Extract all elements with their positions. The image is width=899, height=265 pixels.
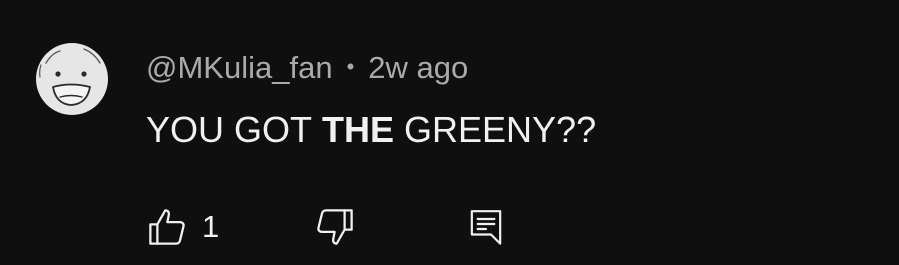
dislike-button[interactable] — [314, 205, 356, 249]
comment-text-part: YOU GOT — [146, 109, 313, 150]
comment-timestamp[interactable]: 2w ago — [368, 50, 468, 86]
like-count: 1 — [202, 209, 220, 244]
comment-text: YOU GOT THE GREENY?? — [146, 107, 596, 153]
thumbs-down-icon — [314, 206, 356, 248]
comment-thread: @MKulia_fan • 2w ago YOU GOT THE GREENY?… — [0, 0, 899, 265]
reply-comment-icon — [466, 206, 506, 248]
like-button[interactable]: 1 — [146, 205, 219, 249]
comment-text-part: GREENY?? — [404, 109, 597, 150]
avatar[interactable] — [36, 43, 108, 115]
smiley-face-avatar-icon — [36, 43, 108, 115]
author-name[interactable]: @MKulia_fan — [146, 50, 333, 86]
thumbs-up-icon — [146, 206, 188, 248]
reply-button[interactable] — [466, 205, 506, 249]
comment-actions: 1 — [146, 205, 526, 249]
comment-text-bold: THE — [322, 109, 395, 150]
comment-header: @MKulia_fan • 2w ago — [146, 48, 468, 88]
header-separator: • — [346, 54, 355, 79]
